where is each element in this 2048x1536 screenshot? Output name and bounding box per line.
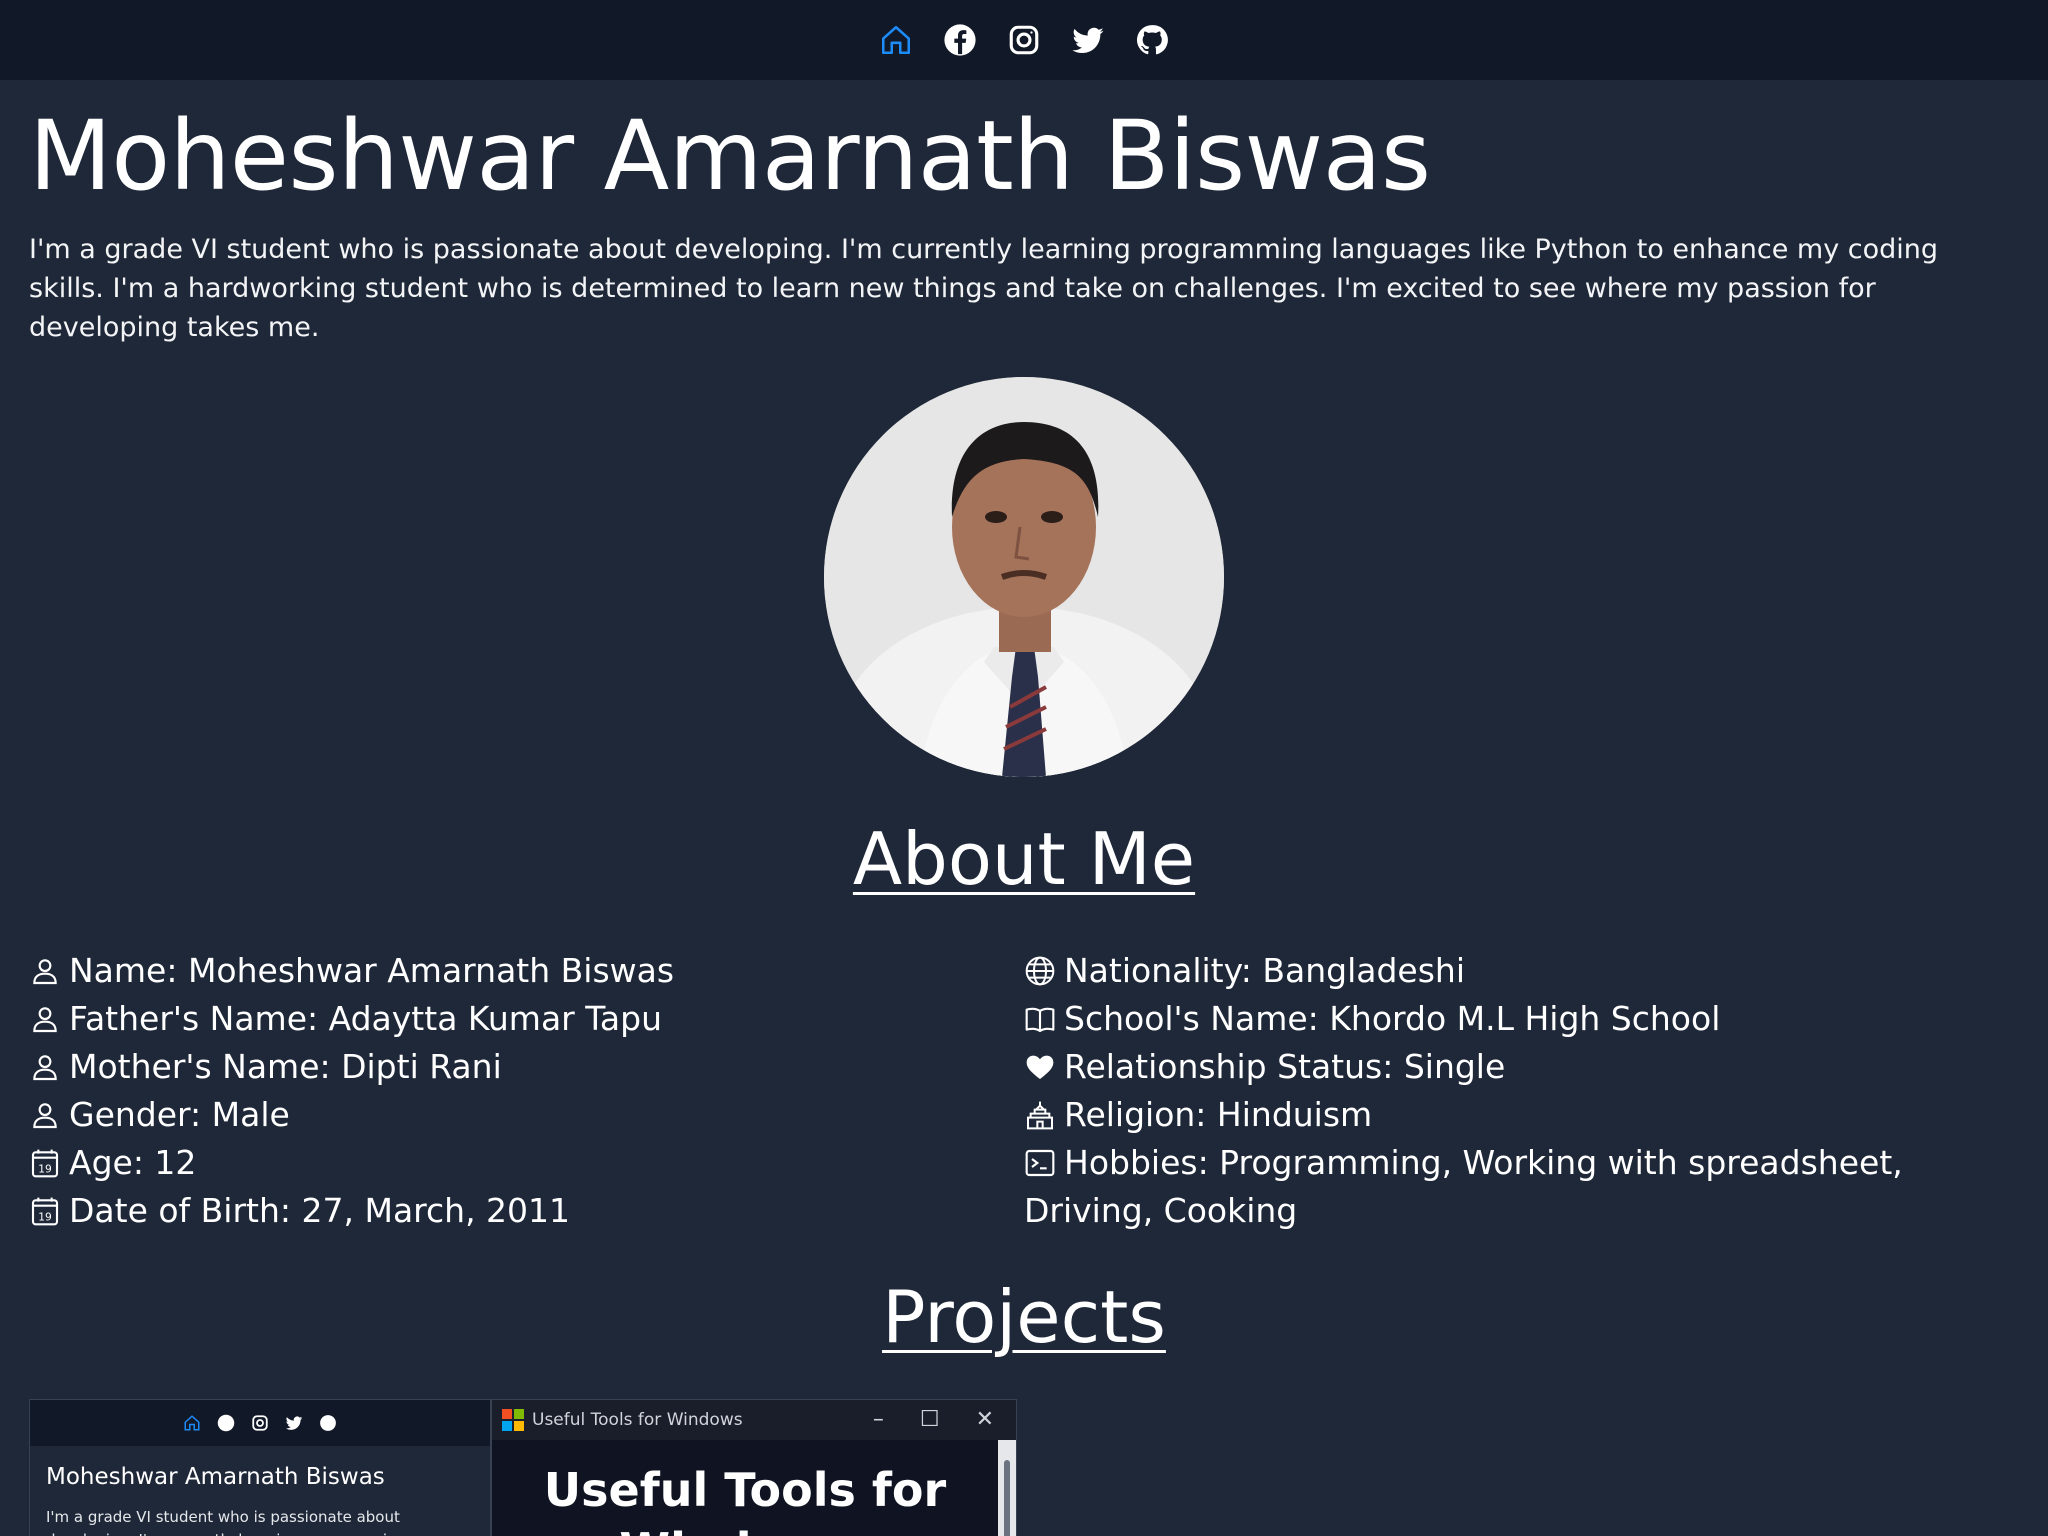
- info-gender: Gender: Male: [29, 1091, 1024, 1139]
- minimize-icon: –: [872, 1407, 884, 1433]
- page-title: Moheshwar Amarnath Biswas: [29, 100, 1431, 212]
- globe-icon: [1024, 947, 1056, 995]
- temple-icon: [1024, 1091, 1056, 1139]
- calendar-icon: 19: [29, 1139, 61, 1187]
- info-religion: Religion: Hinduism: [1024, 1091, 2019, 1139]
- project-preview-heading: Useful Tools for Windows.: [543, 1462, 947, 1536]
- avatar: [824, 376, 1224, 777]
- maximize-icon: ☐: [919, 1407, 940, 1433]
- instagram-icon: [251, 1414, 269, 1432]
- main-content: Moheshwar Amarnath Biswas I'm a grade VI…: [0, 100, 2048, 1536]
- facebook-icon: [217, 1414, 235, 1432]
- project-card-portfolio[interactable]: Moheshwar Amarnath Biswas I'm a grade VI…: [29, 1398, 491, 1536]
- book-icon: [1024, 995, 1056, 1043]
- window-titlebar: Useful Tools for Windows – ☐ ✕: [492, 1399, 1016, 1440]
- about-info: Name: Moheshwar Amarnath Biswas Father's…: [29, 947, 2019, 1235]
- info-age: 19 Age: 12: [29, 1139, 1024, 1187]
- windows-logo-icon: [502, 1408, 524, 1431]
- projects-title: Projects: [882, 1274, 1166, 1359]
- info-school: School's Name: Khordo M.L High School: [1024, 995, 2019, 1043]
- calendar-icon: 19: [29, 1187, 61, 1235]
- scrollbar: [998, 1439, 1016, 1536]
- person-icon: [29, 1091, 61, 1139]
- instagram-icon[interactable]: [1007, 23, 1041, 57]
- about-right-column: Nationality: Bangladeshi School's Name: …: [1024, 947, 2019, 1235]
- project-preview-bio: I'm a grade VI student who is passionate…: [46, 1507, 406, 1536]
- twitter-icon: [285, 1414, 303, 1432]
- mini-navbar: [30, 1399, 490, 1446]
- twitter-icon[interactable]: [1071, 23, 1105, 57]
- info-nationality: Nationality: Bangladeshi: [1024, 947, 2019, 995]
- project-preview-title: Moheshwar Amarnath Biswas: [46, 1463, 385, 1490]
- person-icon: [29, 1043, 61, 1091]
- project-card-useful-tools[interactable]: Useful Tools for Windows – ☐ ✕ Useful To…: [491, 1398, 1017, 1536]
- projects-list: Moheshwar Amarnath Biswas I'm a grade VI…: [29, 1398, 2019, 1536]
- bio-text: I'm a grade VI student who is passionate…: [29, 233, 1939, 343]
- home-icon: [183, 1414, 201, 1432]
- top-navbar: [0, 0, 2048, 80]
- info-name: Name: Moheshwar Amarnath Biswas: [29, 947, 1024, 995]
- github-icon[interactable]: [1135, 23, 1169, 57]
- person-icon: [29, 947, 61, 995]
- svg-text:19: 19: [38, 1162, 52, 1175]
- close-icon: ✕: [975, 1407, 994, 1433]
- github-icon: [319, 1414, 337, 1432]
- person-icon: [29, 995, 61, 1043]
- home-icon[interactable]: [879, 23, 913, 57]
- info-date-of-birth: 19 Date of Birth: 27, March, 2011: [29, 1187, 1024, 1235]
- heart-icon: [1024, 1043, 1056, 1091]
- svg-text:19: 19: [38, 1210, 52, 1223]
- terminal-icon: [1024, 1147, 1056, 1179]
- info-relationship: Relationship Status: Single: [1024, 1043, 2019, 1091]
- info-hobbies: Hobbies: Programming, Working with sprea…: [1024, 1142, 1903, 1230]
- about-title: About Me: [852, 816, 1196, 901]
- about-left-column: Name: Moheshwar Amarnath Biswas Father's…: [29, 947, 1024, 1235]
- window-title: Useful Tools for Windows: [532, 1409, 743, 1430]
- info-father-name: Father's Name: Adaytta Kumar Tapu: [29, 995, 1024, 1043]
- info-mother-name: Mother's Name: Dipti Rani: [29, 1043, 1024, 1091]
- facebook-icon[interactable]: [943, 23, 977, 57]
